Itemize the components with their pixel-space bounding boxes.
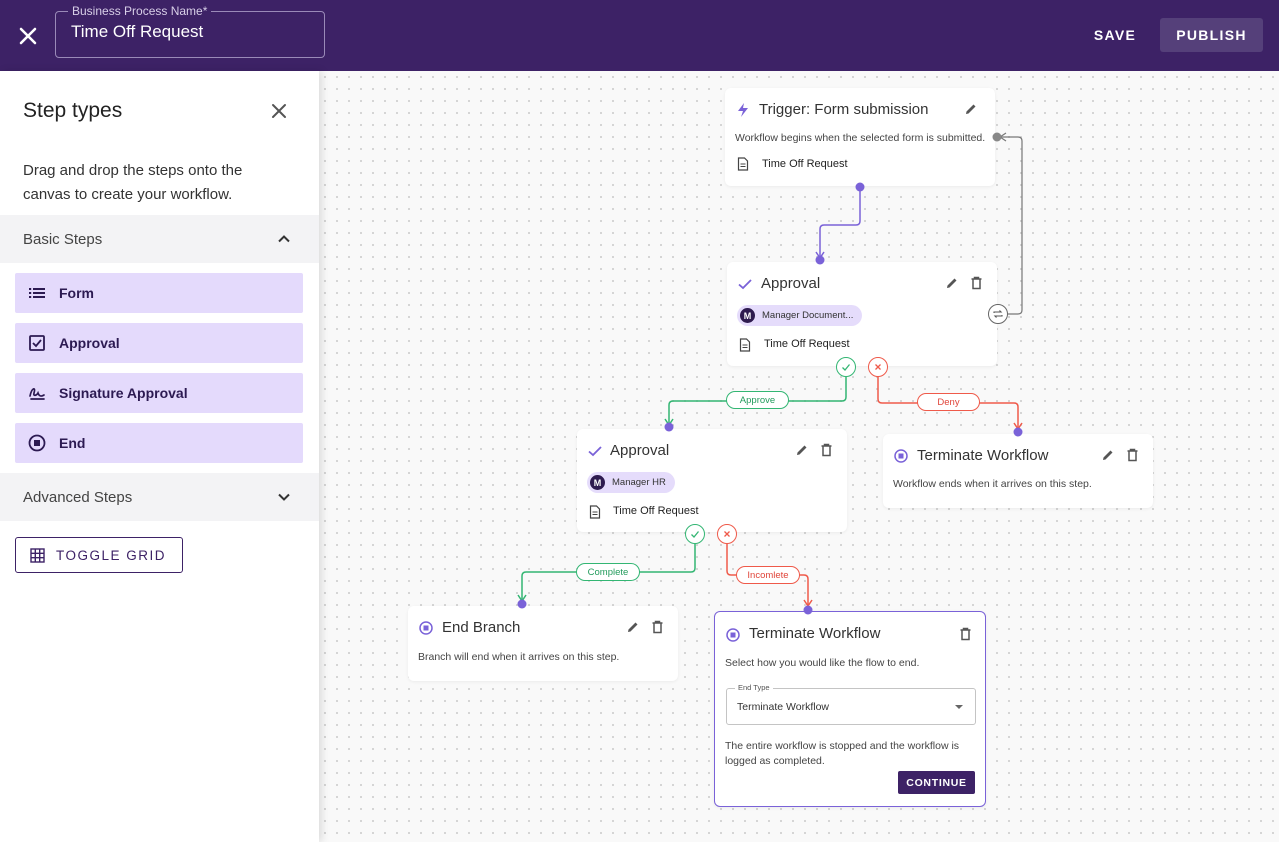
node-description: Workflow begins when the selected form i… bbox=[735, 132, 986, 144]
chevron-down-icon bbox=[278, 493, 290, 501]
edit-icon[interactable] bbox=[1101, 448, 1115, 462]
document-icon bbox=[589, 505, 601, 519]
stop-circle-icon bbox=[419, 621, 433, 635]
toggle-grid-button[interactable]: TOGGLE GRID bbox=[15, 537, 183, 573]
chevron-up-icon bbox=[278, 235, 290, 243]
end-type-prompt: Select how you would like the flow to en… bbox=[725, 657, 920, 669]
end-branch-node[interactable]: End Branch Branch will end when it arriv… bbox=[408, 606, 678, 681]
save-button[interactable]: SAVE bbox=[1084, 18, 1146, 52]
loop-back-badge[interactable] bbox=[988, 304, 1008, 324]
incomplete-edge-label: Incomlete bbox=[736, 566, 800, 584]
document-icon bbox=[737, 157, 749, 171]
edit-icon[interactable] bbox=[964, 102, 978, 116]
grid-icon bbox=[30, 548, 45, 563]
node-title: Trigger: Form submission bbox=[759, 101, 929, 118]
step-type-end[interactable]: End bbox=[15, 423, 303, 463]
node-title: Terminate Workflow bbox=[749, 625, 881, 642]
repeat-icon bbox=[993, 310, 1003, 318]
checkbox-icon bbox=[29, 335, 45, 351]
close-panel-icon[interactable] bbox=[270, 102, 288, 120]
lightning-icon bbox=[738, 103, 748, 117]
end-type-value: Terminate Workflow bbox=[737, 701, 829, 713]
trash-icon[interactable] bbox=[959, 627, 972, 641]
x-icon bbox=[724, 531, 730, 537]
check-icon bbox=[691, 531, 700, 538]
node-title: Terminate Workflow bbox=[917, 447, 1049, 464]
name-field-label: Business Process Name* bbox=[68, 4, 212, 18]
node-description: Branch will end when it arrives on this … bbox=[418, 651, 620, 663]
deny-port[interactable] bbox=[868, 357, 888, 377]
approve-edge-label: Approve bbox=[726, 391, 789, 409]
trash-icon[interactable] bbox=[820, 443, 833, 457]
check-icon bbox=[842, 364, 851, 371]
stop-circle-icon bbox=[28, 434, 46, 452]
check-icon bbox=[738, 279, 752, 290]
trash-icon[interactable] bbox=[651, 620, 664, 634]
step-type-approval[interactable]: Approval bbox=[15, 323, 303, 363]
approval-node-2[interactable]: Approval M Manager HR Time Off Request bbox=[577, 429, 847, 532]
assignee-label: Manager Document... bbox=[762, 310, 854, 321]
x-icon bbox=[875, 364, 881, 370]
approval-node-1[interactable]: Approval M Manager Document... Time Off … bbox=[727, 262, 997, 366]
assignee-label: Manager HR bbox=[612, 477, 666, 488]
assignee-chip: M Manager HR bbox=[587, 472, 675, 493]
avatar: M bbox=[740, 308, 755, 323]
node-title: End Branch bbox=[442, 619, 521, 636]
avatar: M bbox=[590, 475, 605, 490]
advanced-steps-header[interactable]: Advanced Steps bbox=[0, 473, 319, 521]
node-document: Time Off Request bbox=[762, 158, 848, 170]
name-field-value[interactable]: Time Off Request bbox=[71, 22, 203, 42]
node-description: Workflow ends when it arrives on this st… bbox=[893, 478, 1092, 490]
trash-icon[interactable] bbox=[970, 276, 983, 290]
stop-circle-icon bbox=[726, 628, 740, 642]
trash-icon[interactable] bbox=[1126, 448, 1139, 462]
edit-icon[interactable] bbox=[795, 443, 809, 457]
caret-down-icon bbox=[955, 705, 963, 709]
publish-button[interactable]: PUBLISH bbox=[1160, 18, 1263, 52]
incomplete-port[interactable] bbox=[717, 524, 737, 544]
check-icon bbox=[588, 446, 602, 457]
step-type-form[interactable]: Form bbox=[15, 273, 303, 313]
toggle-grid-label: TOGGLE GRID bbox=[56, 547, 167, 563]
node-document: Time Off Request bbox=[613, 505, 699, 517]
assignee-chip: M Manager Document... bbox=[737, 305, 863, 326]
document-icon bbox=[739, 338, 751, 352]
step-type-label: Signature Approval bbox=[59, 385, 188, 401]
top-bar: Business Process Name* Time Off Request … bbox=[0, 0, 1279, 71]
terminate-workflow-editor-node[interactable]: Terminate Workflow Select how you would … bbox=[714, 611, 986, 807]
panel-description: Drag and drop the steps onto the canvas … bbox=[23, 162, 243, 203]
step-type-signature-approval[interactable]: Signature Approval bbox=[15, 373, 303, 413]
deny-edge-label: Deny bbox=[917, 393, 980, 411]
panel-title: Step types bbox=[23, 99, 123, 122]
advanced-steps-label: Advanced Steps bbox=[23, 488, 133, 506]
step-types-panel: Step types Drag and drop the steps onto … bbox=[0, 71, 319, 842]
edit-icon[interactable] bbox=[626, 620, 640, 634]
basic-steps-header[interactable]: Basic Steps bbox=[0, 215, 319, 263]
node-title: Approval bbox=[610, 442, 670, 459]
edit-icon[interactable] bbox=[945, 276, 959, 290]
continue-button[interactable]: CONTINUE bbox=[898, 771, 975, 794]
step-type-label: Form bbox=[59, 285, 94, 301]
end-type-select[interactable]: End Type Terminate Workflow bbox=[726, 683, 976, 725]
list-icon bbox=[29, 288, 45, 298]
node-document: Time Off Request bbox=[764, 338, 850, 350]
business-process-name-field[interactable]: Business Process Name* Time Off Request bbox=[55, 4, 325, 58]
complete-port[interactable] bbox=[685, 524, 705, 544]
step-type-label: End bbox=[59, 435, 86, 451]
basic-steps-label: Basic Steps bbox=[23, 230, 103, 248]
signature-icon bbox=[29, 388, 45, 400]
approve-port[interactable] bbox=[836, 357, 856, 377]
stop-circle-icon bbox=[894, 449, 908, 463]
terminate-workflow-node[interactable]: Terminate Workflow Workflow ends when it… bbox=[883, 434, 1153, 508]
step-type-label: Approval bbox=[59, 335, 120, 351]
trigger-node[interactable]: Trigger: Form submission Workflow begins… bbox=[725, 88, 995, 186]
close-icon[interactable] bbox=[17, 25, 39, 47]
end-type-explanation: The entire workflow is stopped and the w… bbox=[725, 740, 960, 767]
end-type-label: End Type bbox=[735, 683, 773, 692]
complete-edge-label: Complete bbox=[576, 563, 640, 581]
node-title: Approval bbox=[761, 275, 821, 292]
